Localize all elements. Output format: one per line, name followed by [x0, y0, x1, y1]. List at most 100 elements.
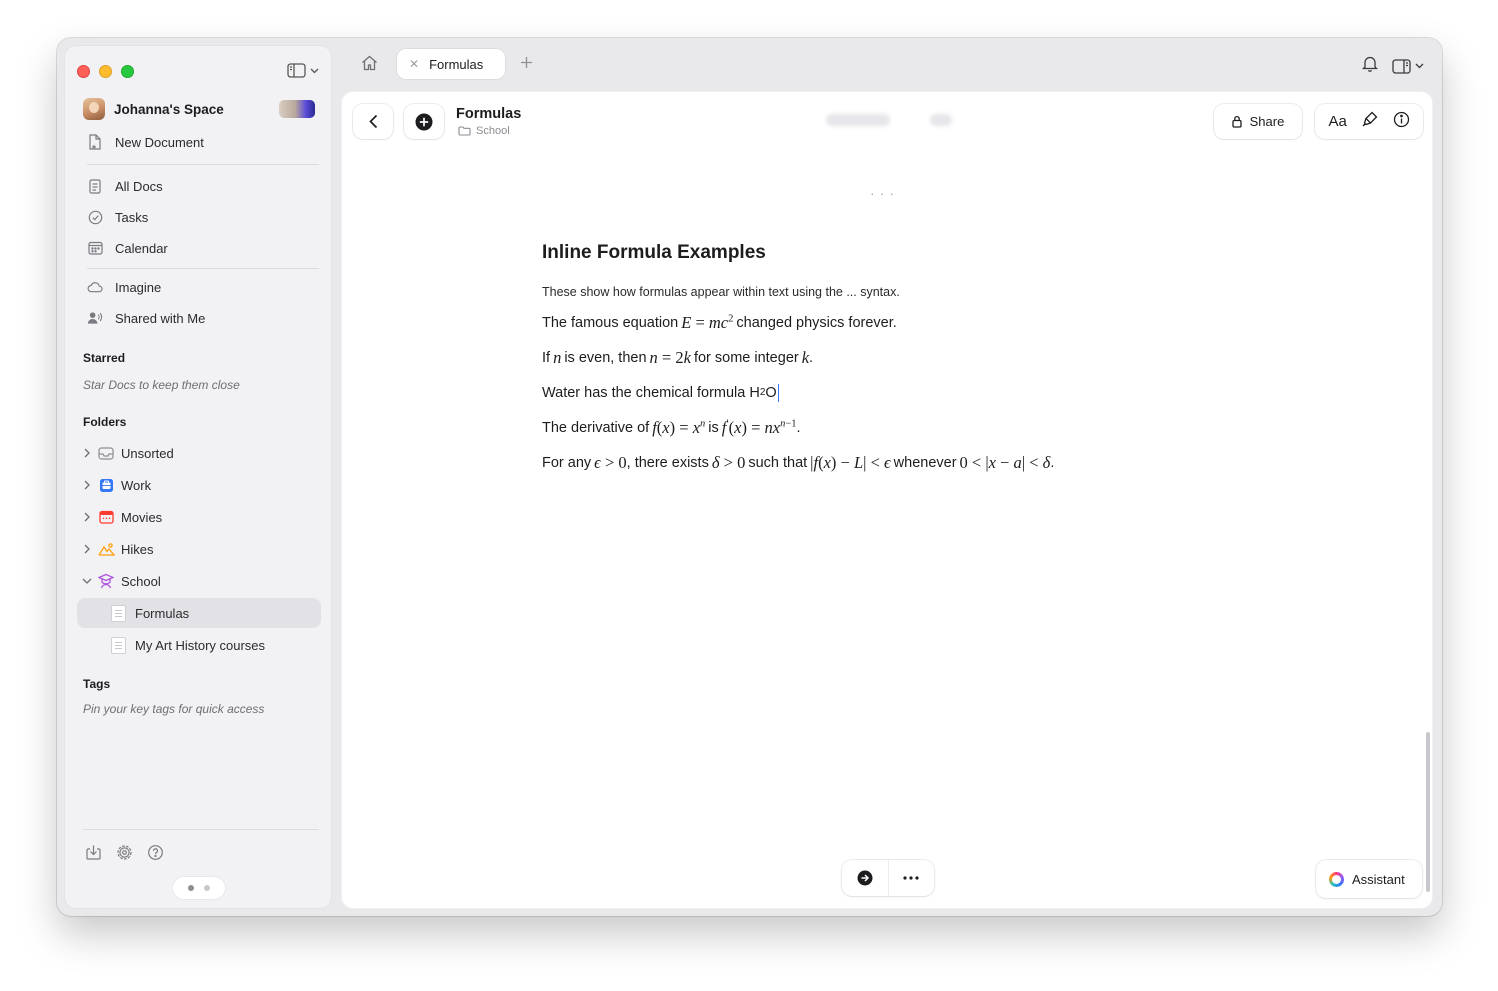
checkmark-circle-icon	[87, 209, 103, 225]
sidebar-item-calendar[interactable]: Calendar	[77, 234, 321, 262]
chevron-right-icon[interactable]	[79, 512, 95, 522]
inline-formula[interactable]: δ > 0	[712, 453, 745, 473]
document-folder-path[interactable]: School	[458, 125, 510, 137]
page-indicator[interactable]	[173, 877, 225, 899]
close-window-button[interactable]	[77, 65, 90, 78]
paragraph-4: The derivative of f(x) = xn is f′(x) = n…	[542, 417, 801, 438]
folder-icon	[458, 126, 471, 136]
import-icon[interactable]	[85, 844, 102, 866]
right-panel-toggle[interactable]	[1392, 58, 1424, 74]
zoom-window-button[interactable]	[121, 65, 134, 78]
sidebar-item-tasks[interactable]: Tasks	[77, 203, 321, 231]
scrollbar-thumb[interactable]	[1426, 732, 1430, 892]
folder-unsorted[interactable]: Unsorted	[77, 439, 321, 467]
drag-handle-icon[interactable]: ···	[870, 185, 899, 201]
text-cursor	[777, 383, 780, 402]
new-document-icon	[87, 134, 103, 150]
notifications-bell-icon[interactable]	[1361, 55, 1379, 77]
doc-item-label: My Art History courses	[135, 637, 266, 653]
chevron-down-icon	[1415, 63, 1424, 69]
folders-heading: Folders	[83, 415, 127, 429]
graduation-icon	[97, 572, 115, 590]
home-button[interactable]	[361, 55, 378, 76]
inline-formula[interactable]: n = 2k	[650, 348, 691, 368]
sidebar-item-label: Imagine	[115, 279, 162, 295]
document-body[interactable]: Inline Formula Examples These show how f…	[542, 242, 1242, 474]
assistant-button[interactable]: Assistant	[1316, 860, 1422, 898]
help-icon[interactable]	[147, 844, 164, 866]
calendar-icon	[87, 240, 103, 256]
window-controls	[77, 65, 134, 78]
folder-label: Movies	[121, 509, 163, 525]
font-settings-button[interactable]: Aa	[1328, 113, 1346, 130]
space-switcher[interactable]: Johanna's Space	[83, 97, 315, 121]
paragraph-2: If n is even, then n = 2k for some integ…	[542, 347, 814, 368]
info-icon[interactable]	[1393, 111, 1410, 133]
inline-formula[interactable]: f(x) = xn	[652, 418, 705, 438]
minimize-window-button[interactable]	[99, 65, 112, 78]
page-dot[interactable]	[204, 885, 210, 891]
mountain-icon	[97, 540, 115, 558]
new-tab-button[interactable]	[520, 53, 533, 74]
highlighter-icon[interactable]	[1362, 111, 1378, 132]
sidebar-item-all-docs[interactable]: All Docs	[77, 172, 321, 200]
add-button[interactable]	[404, 104, 444, 139]
sidebar-footer-actions	[85, 844, 164, 866]
folder-school[interactable]: School	[77, 567, 321, 595]
inline-formula[interactable]: |f(x) − L| < ϵ	[810, 453, 891, 473]
back-button[interactable]	[353, 104, 393, 139]
settings-gear-icon[interactable]	[116, 844, 133, 866]
space-members-thumbnail[interactable]	[279, 100, 315, 118]
go-forward-button[interactable]	[842, 860, 888, 896]
sidebar-item-shared-with-me[interactable]: Shared with Me	[77, 304, 321, 332]
inbox-icon	[97, 444, 115, 462]
blurred-status	[930, 114, 952, 126]
more-options-button[interactable]	[888, 860, 934, 896]
sidebar-item-label: Shared with Me	[115, 310, 206, 326]
app-window: Johanna's Space New Document All Docs Ta…	[57, 38, 1442, 916]
paragraph-5: For any ϵ > 0 , there exists δ > 0 such …	[542, 452, 1055, 473]
arrow-right-circle-icon	[857, 870, 873, 886]
space-name: Johanna's Space	[114, 101, 224, 117]
page-dot-active[interactable]	[188, 885, 194, 891]
sidebar-item-label: Tasks	[115, 209, 149, 225]
inline-formula[interactable]: 0 < |x − a| < δ	[960, 453, 1051, 473]
calendar-icon	[97, 508, 115, 526]
document-panel: Formulas School Share Aa ··· Inline Form…	[341, 91, 1433, 909]
folder-movies[interactable]: Movies	[77, 503, 321, 531]
shared-person-icon	[87, 310, 103, 326]
inline-formula[interactable]: E = mc2	[681, 313, 733, 333]
doc-item-art-history[interactable]: My Art History courses	[77, 630, 321, 660]
sidebar-divider	[83, 829, 319, 830]
sidebar-item-imagine[interactable]: Imagine	[77, 273, 321, 301]
briefcase-icon	[97, 476, 115, 494]
chevron-right-icon[interactable]	[79, 480, 95, 490]
close-tab-icon[interactable]: ✕	[409, 57, 419, 71]
share-button[interactable]: Share	[1214, 104, 1302, 139]
sidebar-toggle-button[interactable]	[287, 63, 319, 78]
assistant-label: Assistant	[1352, 871, 1405, 887]
tab-formulas[interactable]: ✕ Formulas	[397, 49, 505, 79]
folder-label: School	[121, 573, 161, 589]
cloud-icon	[87, 279, 103, 295]
starred-hint: Star Docs to keep them close	[83, 378, 240, 392]
chevron-right-icon[interactable]	[79, 544, 95, 554]
new-document-button[interactable]: New Document	[77, 128, 321, 156]
inline-formula[interactable]: n	[553, 348, 561, 368]
doc-item-formulas[interactable]: Formulas	[77, 598, 321, 628]
chevron-right-icon[interactable]	[79, 448, 95, 458]
inline-formula[interactable]: ϵ > 0	[594, 453, 626, 473]
document-title[interactable]: Formulas	[456, 106, 521, 122]
right-panel-icon	[1392, 58, 1411, 74]
plus-icon	[521, 57, 532, 68]
folder-work[interactable]: Work	[77, 471, 321, 499]
folder-label: Unsorted	[121, 445, 174, 461]
folder-hikes[interactable]: Hikes	[77, 535, 321, 563]
sidebar: Johanna's Space New Document All Docs Ta…	[64, 45, 332, 909]
folder-label: Work	[121, 477, 152, 493]
chevron-down-icon[interactable]	[79, 578, 95, 584]
format-toolbar: Aa	[1315, 104, 1423, 139]
inline-formula[interactable]: f′(x) = nxn−1	[722, 418, 797, 438]
doc-item-label: Formulas	[135, 605, 190, 621]
inline-formula[interactable]: k	[802, 348, 809, 368]
